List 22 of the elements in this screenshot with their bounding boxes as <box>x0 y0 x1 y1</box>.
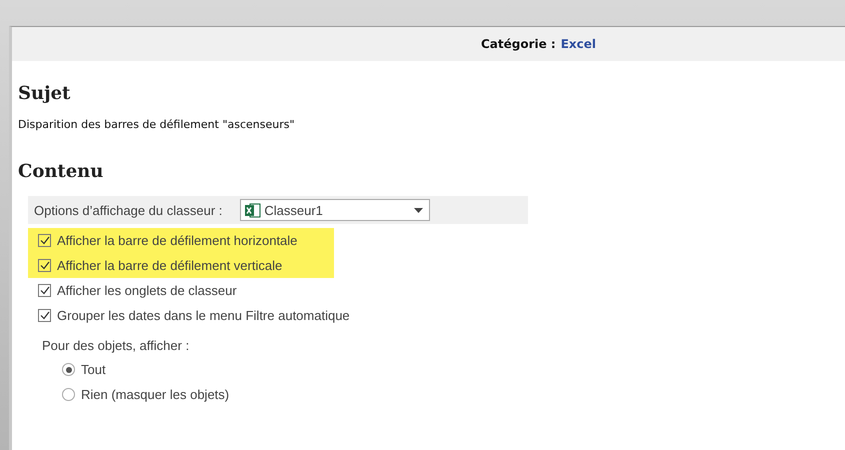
radio-label: Tout <box>81 362 106 377</box>
checkbox[interactable] <box>38 284 51 297</box>
subject-text: Disparition des barres de défilement "ascenseurs" <box>18 118 296 131</box>
category-label: Catégorie : <box>480 37 556 51</box>
options-label: Options d’affichage du classeur : <box>34 202 222 218</box>
checkbox[interactable] <box>38 234 51 247</box>
caret-icon <box>414 208 424 212</box>
radio-button[interactable] <box>62 363 75 376</box>
section-heading: Contenu <box>18 161 104 182</box>
radio-label: Rien (masquer les objets) <box>81 387 230 402</box>
spreadsheet-icon <box>245 202 262 218</box>
checkbox-label: Grouper les dates dans le menu Filtre automatique <box>57 308 350 323</box>
category-link[interactable]: Excel <box>560 37 596 51</box>
checkbox[interactable] <box>38 259 51 272</box>
checkbox-label: Afficher la barre de défilement horizontale <box>57 233 298 248</box>
objects-label: Pour des objets, afficher : <box>42 338 190 352</box>
checkbox-label: Afficher les onglets de classeur <box>57 283 237 298</box>
radio-button[interactable] <box>62 388 75 401</box>
checkbox-label: Afficher la barre de défilement verticale <box>57 258 282 273</box>
checkbox[interactable] <box>38 309 51 322</box>
section-heading: Sujet <box>18 83 72 104</box>
workbook-select[interactable]: Classeur1 <box>240 199 430 221</box>
